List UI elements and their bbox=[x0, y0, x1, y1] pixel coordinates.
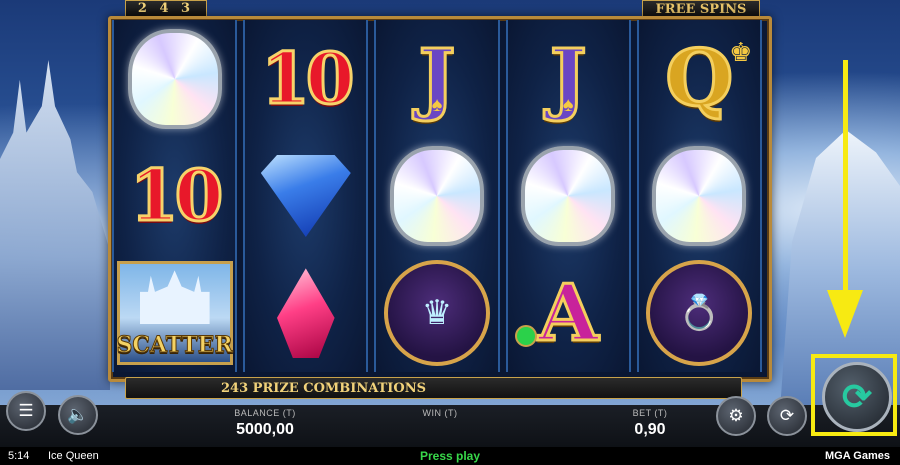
symbol-white-diamond bbox=[116, 23, 234, 135]
autoplay-button[interactable]: ⟳ bbox=[767, 396, 807, 436]
balance-label: BALANCE (T) bbox=[234, 408, 296, 418]
symbol-ten: 10 bbox=[116, 140, 234, 252]
white-diamond-icon bbox=[521, 145, 616, 246]
symbol-queen: Q ♚ bbox=[640, 23, 758, 135]
blue-gem-icon bbox=[260, 154, 351, 237]
menu-button[interactable]: ☰ bbox=[6, 391, 46, 431]
scatter-text: SCATTER bbox=[116, 332, 233, 359]
symbol-pink-gem bbox=[247, 257, 365, 369]
brand-name: MGA Games bbox=[824, 450, 890, 462]
symbol-ace: A bbox=[509, 257, 627, 369]
reel-3: J ♠ ♛ bbox=[374, 20, 500, 372]
symbol-blue-gem bbox=[247, 140, 365, 252]
white-diamond-icon bbox=[390, 145, 484, 246]
ten-symbol-text: 10 bbox=[128, 153, 224, 239]
menu-icon: ☰ bbox=[18, 401, 34, 420]
reel-2: 10 bbox=[243, 20, 369, 372]
castle-icon bbox=[139, 270, 210, 325]
diamond-ring-icon: 💍 bbox=[646, 260, 753, 367]
sound-button[interactable]: 🔈 bbox=[58, 395, 98, 435]
scatter-castle-icon: SCATTER bbox=[116, 261, 233, 366]
autoplay-icon: ⟳ bbox=[779, 406, 795, 425]
emerald-icon bbox=[515, 325, 538, 348]
bet-display: BET (T) 0,90 bbox=[600, 408, 700, 439]
status-bar: 5:14 Ice Queen Press play MGA Games bbox=[0, 447, 900, 465]
ten-symbol-text: 10 bbox=[260, 36, 356, 122]
annotation-arrow-shaft bbox=[843, 60, 848, 300]
symbol-ring: 💍 bbox=[640, 257, 758, 369]
tiara-icon: ♛ bbox=[384, 260, 490, 367]
symbol-ten: 10 bbox=[247, 23, 365, 135]
annotation-highlight-box bbox=[811, 354, 897, 436]
crown-icon: ♚ bbox=[729, 36, 753, 67]
symbol-white-diamond bbox=[640, 140, 758, 252]
reel-5: Q ♚ 💍 bbox=[636, 20, 763, 372]
balance-display: BALANCE (T) 5000,00 bbox=[205, 408, 325, 439]
spade-icon: ♠ bbox=[431, 93, 443, 116]
bet-value: 0,90 bbox=[634, 421, 666, 438]
symbol-jack: J ♠ bbox=[509, 23, 627, 135]
press-play-text: Press play bbox=[419, 449, 481, 463]
bet-settings-button[interactable]: ⚙ bbox=[716, 396, 756, 436]
bet-label: BET (T) bbox=[632, 408, 668, 418]
win-label: WIN (T) bbox=[422, 408, 458, 418]
pink-gem-icon bbox=[276, 268, 335, 359]
symbol-jack: J ♠ bbox=[378, 23, 496, 135]
symbol-tiara: ♛ bbox=[378, 257, 496, 369]
annotation-arrow-head bbox=[827, 290, 863, 338]
white-diamond-icon bbox=[127, 28, 222, 129]
symbol-white-diamond bbox=[378, 140, 496, 252]
speaker-icon: 🔈 bbox=[67, 405, 89, 424]
spade-icon: ♠ bbox=[562, 93, 574, 116]
chip-icon: ⚙ bbox=[728, 406, 744, 425]
reel-1: 10 SCATTER bbox=[112, 20, 238, 372]
reel-grid: 10 SCATTER 10 J ♠ ♛ J ♠ A Q ♚ 💍 bbox=[112, 20, 763, 372]
balance-value: 5000,00 bbox=[236, 421, 294, 438]
reel-4: J ♠ A bbox=[505, 20, 631, 372]
ace-symbol-text: A bbox=[536, 266, 600, 360]
queen-symbol-text: Q bbox=[664, 32, 735, 126]
symbol-white-diamond bbox=[509, 140, 627, 252]
win-display: WIN (T) bbox=[390, 408, 490, 421]
white-diamond-icon bbox=[652, 145, 747, 246]
symbol-scatter: SCATTER bbox=[116, 257, 234, 369]
prize-combinations-bar: 243 PRIZE COMBINATIONS bbox=[125, 377, 742, 399]
